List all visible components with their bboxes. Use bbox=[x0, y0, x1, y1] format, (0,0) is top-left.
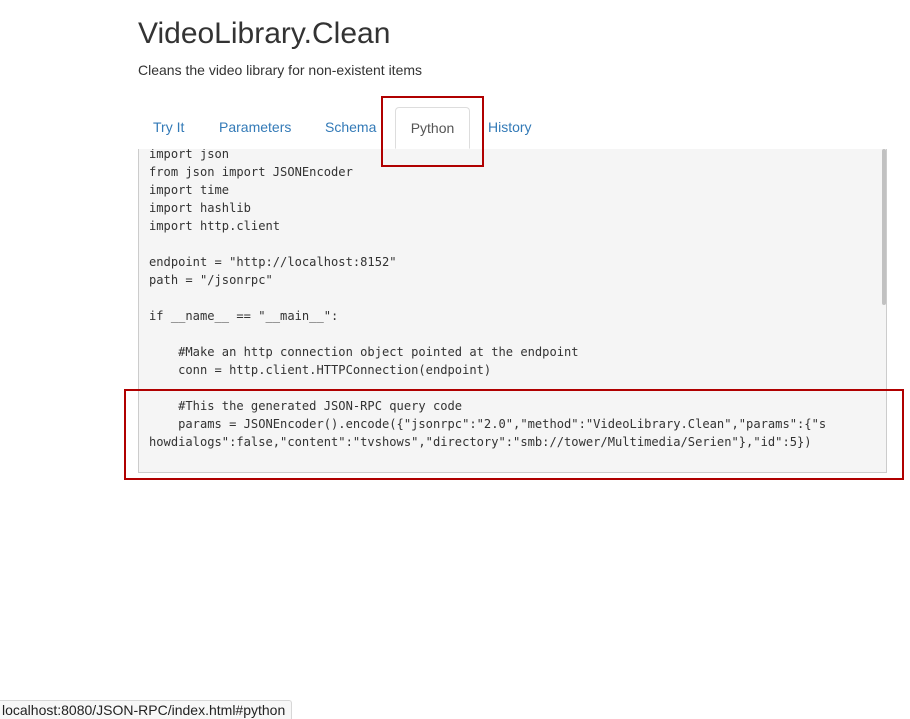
python-code-block[interactable]: import json from json import JSONEncoder… bbox=[139, 149, 827, 472]
code-line: import time bbox=[149, 183, 230, 197]
code-scrollbar[interactable] bbox=[881, 149, 886, 472]
code-line: import http.client bbox=[149, 219, 281, 233]
tab-history[interactable]: History bbox=[488, 107, 532, 148]
code-line: import json bbox=[149, 149, 230, 161]
code-scrollbar-thumb[interactable] bbox=[882, 149, 886, 305]
tab-try-it[interactable]: Try It bbox=[153, 107, 184, 148]
code-line: import hashlib bbox=[149, 201, 251, 215]
code-line: path = "/jsonrpc" bbox=[149, 273, 273, 287]
code-line: #This the generated JSON-RPC query code bbox=[149, 399, 463, 413]
code-line: howdialogs":false,"content":"tvshows","d… bbox=[149, 435, 812, 449]
tab-schema[interactable]: Schema bbox=[325, 107, 376, 148]
tab-python[interactable]: Python bbox=[395, 107, 470, 149]
tab-parameters[interactable]: Parameters bbox=[219, 107, 291, 148]
code-line: endpoint = "http://localhost:8152" bbox=[149, 255, 397, 269]
code-line: # bbox=[149, 471, 185, 472]
page-subtitle: Cleans the video library for non-existen… bbox=[138, 62, 423, 78]
code-line: params = JSONEncoder().encode({"jsonrpc"… bbox=[149, 417, 827, 431]
code-panel[interactable]: import json from json import JSONEncoder… bbox=[138, 149, 887, 473]
page-title: VideoLibrary.Clean bbox=[138, 17, 391, 50]
code-line: conn = http.client.HTTPConnection(endpoi… bbox=[149, 363, 492, 377]
status-bar-url: localhost:8080/JSON-RPC/index.html#pytho… bbox=[0, 700, 293, 719]
code-line: #Make an http connection object pointed … bbox=[149, 345, 579, 359]
tab-bar: Try It Parameters Schema Python History bbox=[138, 107, 700, 150]
code-line: from json import JSONEncoder bbox=[149, 165, 353, 179]
code-line: if __name__ == "__main__": bbox=[149, 309, 339, 323]
